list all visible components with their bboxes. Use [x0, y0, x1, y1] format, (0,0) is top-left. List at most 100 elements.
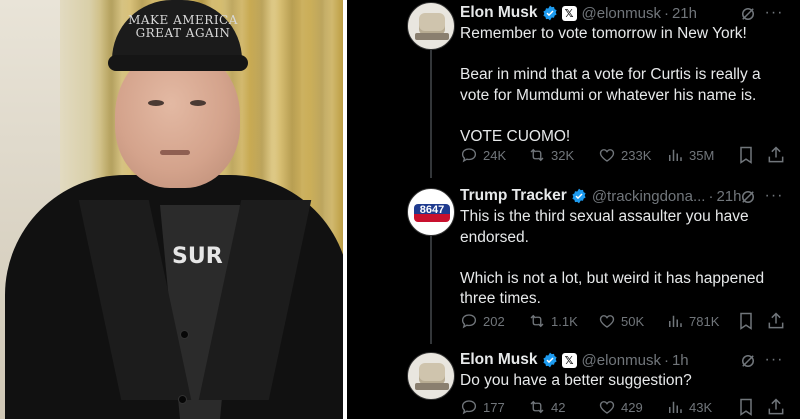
avatar-image: 8647 — [407, 188, 455, 236]
coat-button — [178, 395, 187, 404]
display-name[interactable]: Elon Musk — [460, 351, 538, 369]
bookmark-icon[interactable] — [736, 311, 756, 331]
avatar[interactable]: 8647 — [407, 188, 455, 236]
photo-panel: SUR MAKE AMERICA GREAT AGAIN — [0, 0, 343, 419]
verified-badge-icon — [542, 5, 557, 21]
tweet-paragraph: Which is not a lot, but weird it has hap… — [460, 269, 765, 308]
tweet-paragraph: Remember to vote tomorrow in New York! — [460, 25, 747, 42]
like-button[interactable]: 233K — [598, 145, 651, 165]
reply-icon — [461, 314, 477, 329]
repost-icon — [530, 400, 544, 414]
coat-button — [180, 330, 189, 339]
like-count: 50K — [621, 313, 645, 329]
avatar-image — [407, 2, 455, 50]
repost-count: 42 — [551, 399, 566, 415]
x-affiliate-icon: 𝕏 — [561, 5, 577, 21]
share-icon[interactable] — [766, 311, 786, 331]
repost-button[interactable]: 1.1K — [528, 311, 578, 331]
tweet-text: Do you have a better suggestion? — [460, 371, 790, 392]
display-name[interactable]: Trump Tracker — [460, 187, 567, 205]
grok-icon[interactable] — [739, 352, 757, 370]
like-count: 233K — [621, 147, 652, 163]
reply-count: 202 — [483, 313, 505, 329]
cap-text-line2: GREAT AGAIN — [135, 26, 231, 40]
thread-connector — [430, 50, 432, 178]
repost-icon — [530, 148, 544, 162]
views-count: 43K — [689, 399, 713, 415]
separator-dot: · — [663, 351, 669, 369]
tweet-paragraph: VOTE CUOMO! — [460, 127, 571, 145]
verified-badge-icon — [572, 188, 586, 204]
action-bar: 177 42 429 43K — [460, 397, 790, 417]
avatar-pillow — [419, 363, 445, 385]
shirt-print: SUR — [172, 244, 223, 269]
eye-right — [190, 100, 206, 106]
separator-dot: · — [663, 4, 669, 22]
views-count: 35M — [689, 147, 715, 163]
tweet-paragraph: Bear in mind that a vote for Curtis is r… — [460, 66, 761, 104]
action-bar: 202 1.1K 50K 781K — [460, 311, 790, 331]
verified-badge-icon — [542, 352, 557, 368]
share-icon[interactable] — [766, 145, 786, 165]
views-button[interactable]: 43K — [666, 397, 712, 417]
grok-icon[interactable] — [739, 188, 757, 206]
reply-count: 177 — [483, 399, 505, 415]
like-icon — [599, 149, 615, 162]
bookmark-icon[interactable] — [736, 397, 756, 417]
eye-left — [148, 100, 164, 106]
avatar-image — [407, 352, 455, 400]
views-button[interactable]: 35M — [666, 145, 714, 165]
views-icon — [669, 401, 682, 413]
user-handle[interactable]: @trackingdona... — [592, 188, 706, 205]
reply-button[interactable]: 177 — [460, 397, 505, 417]
thread-connector — [430, 236, 432, 344]
repost-count: 1.1K — [551, 313, 578, 329]
like-icon — [599, 315, 615, 328]
user-handle[interactable]: @elonmusk — [582, 352, 661, 369]
cap-text: MAKE AMERICA GREAT AGAIN — [128, 14, 238, 40]
action-bar: 24K 32K 233K 35M — [460, 145, 790, 165]
user-handle[interactable]: @elonmusk — [582, 5, 661, 22]
like-button[interactable]: 429 — [598, 397, 643, 417]
repost-count: 32K — [551, 147, 575, 163]
reply-button[interactable]: 24K — [460, 145, 506, 165]
repost-icon — [530, 314, 544, 328]
like-button[interactable]: 50K — [598, 311, 644, 331]
avatar-base — [415, 33, 449, 40]
avatar-8647-badge: 8647 — [414, 204, 450, 222]
tweet-text: Remember to vote tomorrow in New York! B… — [460, 24, 790, 147]
tweet-header: Elon Musk 𝕏 @elonmusk · 1h — [460, 349, 689, 371]
timestamp[interactable]: 21h — [716, 188, 741, 205]
like-icon — [599, 401, 615, 414]
reply-icon — [461, 148, 477, 163]
avatar[interactable] — [407, 352, 455, 400]
tweet-paragraph: Do you have a better suggestion? — [460, 372, 692, 389]
tweet-header: Elon Musk 𝕏 @elonmusk · 21h — [460, 2, 697, 24]
separator-dot: · — [708, 187, 714, 205]
tweet-paragraph: This is the third sexual assaulter you h… — [460, 208, 749, 246]
avatar-base — [415, 383, 449, 390]
bookmark-icon[interactable] — [736, 145, 756, 165]
cap-brim — [108, 55, 248, 71]
reply-count: 24K — [483, 147, 507, 163]
x-affiliate-icon: 𝕏 — [561, 352, 577, 368]
views-icon — [669, 315, 682, 327]
reply-button[interactable]: 202 — [460, 311, 505, 331]
grok-icon[interactable] — [739, 5, 757, 23]
timestamp[interactable]: 21h — [672, 5, 697, 22]
avatar[interactable] — [407, 2, 455, 50]
repost-button[interactable]: 42 — [528, 397, 565, 417]
tweet-text: This is the third sexual assaulter you h… — [460, 207, 790, 310]
timestamp[interactable]: 1h — [672, 352, 689, 369]
views-button[interactable]: 781K — [666, 311, 719, 331]
display-name[interactable]: Elon Musk — [460, 4, 538, 22]
repost-button[interactable]: 32K — [528, 145, 574, 165]
reply-icon — [461, 400, 477, 415]
views-icon — [669, 149, 682, 161]
tweet-thread: Elon Musk 𝕏 @elonmusk · 21h · · · Remember… — [347, 0, 800, 419]
views-count: 781K — [689, 313, 720, 329]
tweet-header: Trump Tracker @trackingdona... · 21h — [460, 185, 741, 207]
like-count: 429 — [621, 399, 643, 415]
share-icon[interactable] — [766, 397, 786, 417]
mouth — [160, 150, 190, 155]
